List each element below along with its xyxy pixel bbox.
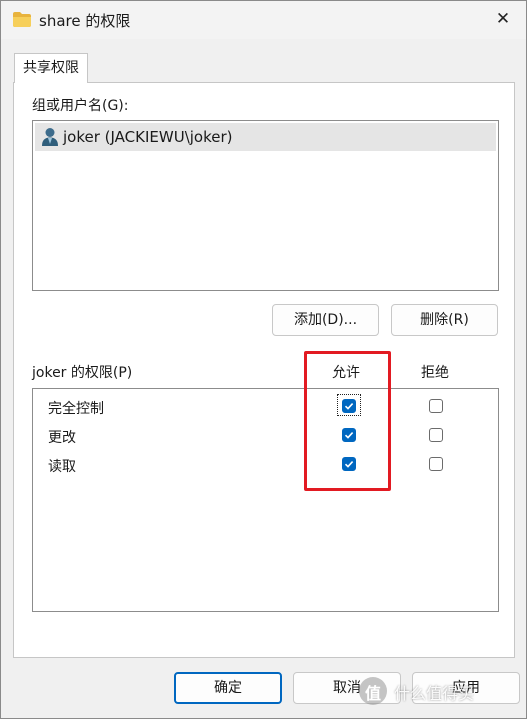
deny-change-checkbox[interactable] (429, 428, 443, 442)
remove-button[interactable]: 删除(R) (391, 304, 498, 336)
watermark-text: 什么值得买 (394, 684, 475, 703)
deny-full-control-checkbox[interactable] (429, 399, 443, 413)
permission-name-read: 读取 (48, 459, 76, 475)
tab-share-permissions[interactable]: 共享权限 (14, 53, 88, 83)
close-button[interactable]: ✕ (480, 1, 526, 39)
ok-button[interactable]: 确定 (174, 672, 282, 704)
close-icon: ✕ (495, 9, 511, 29)
group-user-list[interactable]: joker (JACKIEWU\joker) (32, 120, 499, 291)
permissions-label: joker 的权限(P) (32, 365, 133, 381)
add-button[interactable]: 添加(D)... (272, 304, 379, 336)
folder-icon (13, 12, 31, 27)
deny-read-checkbox[interactable] (429, 457, 443, 471)
watermark-logo-icon: 值 (359, 677, 387, 705)
list-item[interactable]: joker (JACKIEWU\joker) (35, 123, 496, 151)
user-icon (42, 128, 58, 146)
permission-name-change: 更改 (48, 430, 76, 446)
title-bar: share 的权限 ✕ (1, 1, 526, 39)
window-title: share 的权限 (39, 12, 131, 30)
permissions-list (32, 388, 499, 612)
watermark: 值 什么值得买 (359, 677, 526, 705)
deny-column-header: 拒绝 (421, 365, 449, 381)
permission-name-full-control: 完全控制 (48, 401, 104, 417)
allow-column-highlight (304, 351, 391, 491)
user-name: joker (JACKIEWU\joker) (63, 128, 233, 146)
permissions-dialog: share 的权限 ✕ 共享权限 组或用户名(G): joker (JACKIE… (0, 0, 527, 719)
group-list-label: 组或用户名(G): (32, 98, 129, 114)
